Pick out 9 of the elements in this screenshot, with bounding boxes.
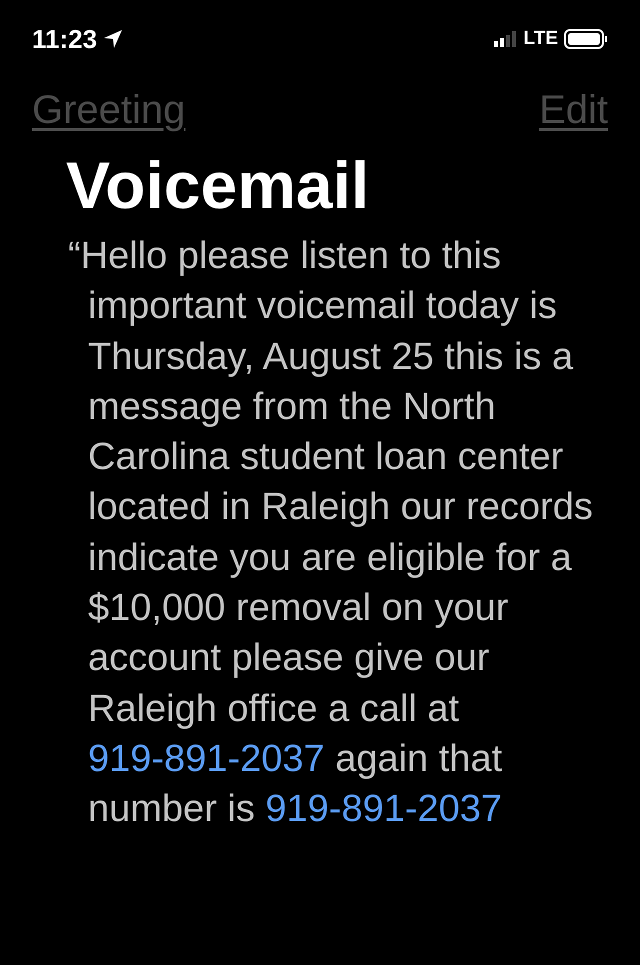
- page-title: Voicemail: [66, 147, 370, 224]
- phone-link[interactable]: 919-891-2037: [265, 788, 502, 830]
- voicemail-transcript: “Hello please listen to this important voicemail today is Thursday, August 25 this is a message from the North Carolina student loan center located in Raleigh our records indicate you are eligible for a $10,000 removal on your account please give our Raleigh office a call at 919-891-2037 again that number is 919-891-2037: [68, 234, 594, 832]
- battery-icon: [564, 29, 608, 49]
- signal-icon: [494, 31, 518, 47]
- location-arrow-icon: [103, 29, 124, 49]
- phone-link[interactable]: 919-891-2037: [88, 738, 325, 780]
- network-label: LTE: [524, 28, 558, 50]
- clock-time: 11:23: [32, 24, 98, 54]
